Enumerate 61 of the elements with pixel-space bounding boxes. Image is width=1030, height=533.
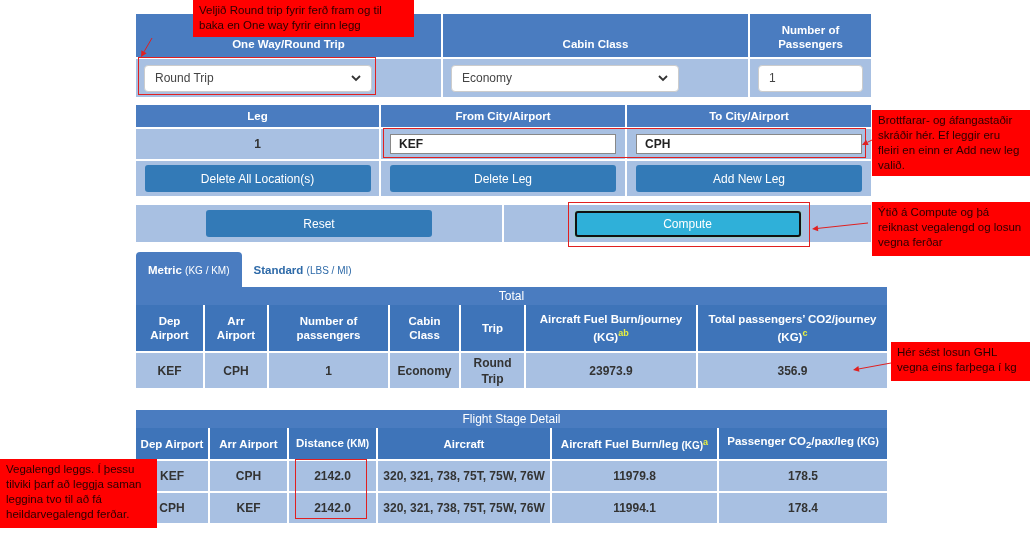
column-header: Aircraft Fuel Burn/journey (KG)$^{ab}$ bbox=[526, 305, 696, 351]
table-cell: 320, 321, 738, 75T, 75W, 76W bbox=[378, 461, 550, 491]
annotation-callout: Veljið Round trip fyrir ferð fram og til baka en One way fyrir einn legg bbox=[193, 0, 414, 37]
column-header: Cabin Class bbox=[443, 14, 748, 57]
table-cell: 1 bbox=[269, 353, 388, 388]
leg-number: 1 bbox=[254, 136, 261, 152]
column-header: Distance (KM) bbox=[289, 428, 376, 459]
chevron-down-icon bbox=[351, 74, 361, 82]
unit-tab[interactable]: Standard (LBS / MI) bbox=[241, 252, 364, 287]
column-header: To City/Airport bbox=[627, 105, 871, 127]
column-header: Arr Airport bbox=[205, 305, 267, 351]
column-header: Aircraft Fuel Burn/leg (KG)$^{a}$ bbox=[552, 428, 717, 459]
table-cell: CPH bbox=[205, 353, 267, 388]
to-airport-field[interactable]: CPH bbox=[636, 134, 862, 154]
unit-tab[interactable]: Metric (KG / KM) bbox=[136, 252, 242, 287]
annotation-arrow bbox=[812, 222, 869, 232]
cabin-class-select[interactable]: Economy bbox=[451, 64, 679, 92]
leg-button[interactable]: Add New Leg bbox=[636, 165, 862, 192]
table-cell: Economy bbox=[390, 353, 459, 388]
table-cell: CPH bbox=[210, 461, 287, 491]
annotation-callout: Brottfarar- og áfangastaðir skráðir hér. Ef leggir eru fleiri en einn er Add new leg valið. bbox=[872, 110, 1030, 176]
column-header: Dep Airport bbox=[136, 305, 203, 351]
column-header: From City/Airport bbox=[381, 105, 625, 127]
table-cell: 178.4 bbox=[719, 493, 887, 523]
column-header: Total passengers’ CO2/journey (KG)$^{c}$ bbox=[698, 305, 887, 351]
column-header: Aircraft bbox=[378, 428, 550, 459]
annotation-callout: Vegalengd leggs. Í þessu tilviki þarf að leggja saman leggina tvo til að fá heildarvegalengd ferðar. bbox=[0, 459, 157, 528]
table-cell: 356.9 bbox=[698, 353, 887, 388]
column-header: Cabin Class bbox=[390, 305, 459, 351]
table-cell: 11994.1 bbox=[552, 493, 717, 523]
chevron-down-icon bbox=[658, 74, 668, 82]
leg-button[interactable]: Delete Leg bbox=[390, 165, 616, 192]
column-header: Arr Airport bbox=[210, 428, 287, 459]
annotation-arrow bbox=[853, 362, 892, 372]
highlight-frame bbox=[295, 459, 367, 519]
column-header: Dep Airport bbox=[136, 428, 208, 459]
column-header: Trip bbox=[461, 305, 524, 351]
table-cell: 23973.9 bbox=[526, 353, 696, 388]
table-cell: Round Trip bbox=[461, 353, 524, 388]
table-cell: KEF bbox=[210, 493, 287, 523]
annotation-callout: Ýtið á Compute og þá reiknast vegalengd og losun vegna ferðar bbox=[872, 202, 1030, 256]
table-cell: 11979.8 bbox=[552, 461, 717, 491]
column-header: Leg bbox=[136, 105, 379, 127]
table-cell: 2142.0 bbox=[289, 461, 376, 491]
leg-button[interactable]: Delete All Location(s) bbox=[144, 165, 371, 192]
table-cell: 178.5 bbox=[719, 461, 887, 491]
annotation-arrow bbox=[141, 37, 153, 57]
table-cell: 2142.0 bbox=[289, 493, 376, 523]
column-header: Number of Passengers bbox=[750, 14, 871, 57]
table-cell: KEF bbox=[136, 353, 203, 388]
annotation-arrow bbox=[862, 139, 873, 145]
table-cell: 320, 321, 738, 75T, 75W, 76W bbox=[378, 493, 550, 523]
from-airport-field[interactable]: KEF bbox=[390, 134, 616, 154]
table-title: Total bbox=[136, 287, 887, 305]
reset-button[interactable]: Reset bbox=[206, 210, 432, 237]
column-header: Passenger CO$_{2}$/pax/leg (KG) bbox=[719, 428, 887, 459]
annotation-callout: Hér sést losun GHL vegna eins farþega í kg bbox=[891, 342, 1030, 381]
passengers-field[interactable]: 1 bbox=[758, 64, 863, 92]
trip-type-select[interactable]: Round Trip bbox=[144, 64, 372, 92]
table-title: Flight Stage Detail bbox=[136, 410, 887, 428]
column-header: Number of passengers bbox=[269, 305, 388, 351]
